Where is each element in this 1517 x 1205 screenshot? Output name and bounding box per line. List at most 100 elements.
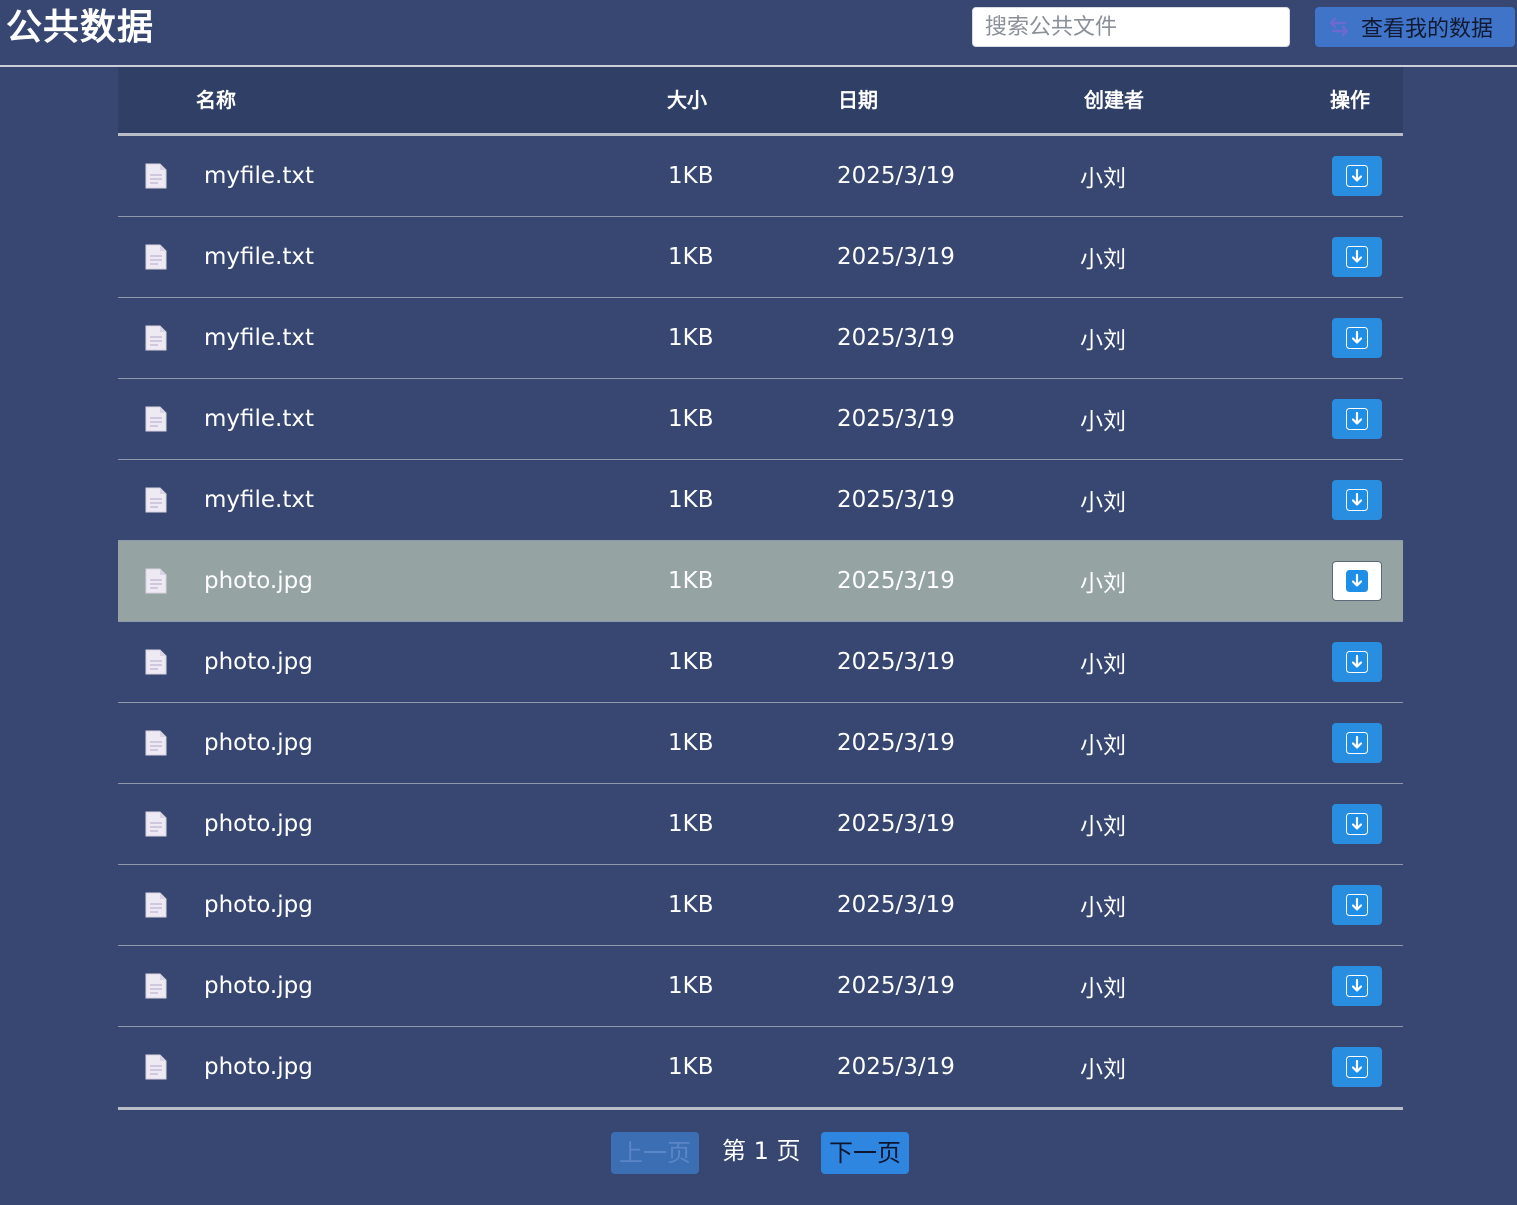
table-row[interactable]: myfile.txt 1KB 2025/3/19 小刘 (118, 298, 1403, 379)
file-name: photo.jpg (204, 649, 313, 675)
file-creator: 小刘 (1080, 247, 1126, 273)
download-button[interactable] (1332, 237, 1382, 277)
download-button[interactable] (1332, 318, 1382, 358)
file-name: photo.jpg (204, 568, 313, 594)
table-row[interactable]: myfile.txt 1KB 2025/3/19 小刘 (118, 379, 1403, 460)
column-header-name[interactable]: 名称 (196, 67, 236, 133)
file-date: 2025/3/19 (837, 973, 955, 999)
file-creator: 小刘 (1080, 166, 1126, 192)
view-my-data-label: 查看我的数据 (1361, 17, 1494, 42)
download-button[interactable] (1332, 642, 1382, 682)
file-size: 1KB (668, 730, 714, 756)
download-icon (1346, 489, 1368, 511)
download-icon (1346, 327, 1368, 349)
table-row[interactable]: photo.jpg 1KB 2025/3/19 小刘 (118, 622, 1403, 703)
download-button[interactable] (1332, 885, 1382, 925)
download-icon (1346, 165, 1368, 187)
download-icon (1346, 246, 1368, 268)
page-indicator: 第 1 页 (722, 1137, 801, 1165)
table-row[interactable]: myfile.txt 1KB 2025/3/19 小刘 (118, 217, 1403, 298)
swap-icon (1329, 17, 1349, 37)
public-files-table: 名称 大小 日期 创建者 操作 myfile.txt 1KB 2025/3/19 小刘… (118, 67, 1403, 1110)
file-icon (145, 406, 167, 432)
download-button[interactable] (1332, 966, 1382, 1006)
table-row[interactable]: photo.jpg 1KB 2025/3/19 小刘 (118, 1027, 1403, 1110)
download-icon (1346, 813, 1368, 835)
file-name: photo.jpg (204, 892, 313, 918)
file-icon (145, 325, 167, 351)
download-icon (1346, 651, 1368, 673)
file-creator: 小刘 (1080, 490, 1126, 516)
table-body: myfile.txt 1KB 2025/3/19 小刘 myfile.txt 1KB 202… (118, 136, 1403, 1110)
file-icon (145, 811, 167, 837)
file-icon (145, 487, 167, 513)
table-row[interactable]: myfile.txt 1KB 2025/3/19 小刘 (118, 136, 1403, 217)
download-icon (1346, 732, 1368, 754)
file-icon (145, 730, 167, 756)
file-date: 2025/3/19 (837, 892, 955, 918)
table-row[interactable]: photo.jpg 1KB 2025/3/19 小刘 (118, 865, 1403, 946)
download-button[interactable] (1332, 561, 1382, 601)
download-icon (1346, 570, 1368, 592)
file-size: 1KB (668, 892, 714, 918)
table-row[interactable]: photo.jpg 1KB 2025/3/19 小刘 (118, 784, 1403, 865)
column-header-date[interactable]: 日期 (838, 67, 878, 133)
file-date: 2025/3/19 (837, 325, 955, 351)
file-creator: 小刘 (1080, 733, 1126, 759)
file-date: 2025/3/19 (837, 487, 955, 513)
column-header-creator[interactable]: 创建者 (1084, 67, 1144, 133)
file-name: myfile.txt (204, 406, 315, 432)
file-date: 2025/3/19 (837, 406, 955, 432)
table-row[interactable]: photo.jpg 1KB 2025/3/19 小刘 (118, 946, 1403, 1027)
file-size: 1KB (668, 1054, 714, 1080)
file-creator: 小刘 (1080, 976, 1126, 1002)
file-creator: 小刘 (1080, 652, 1126, 678)
search-input[interactable] (972, 7, 1290, 47)
file-date: 2025/3/19 (837, 163, 955, 189)
file-icon (145, 163, 167, 189)
file-name: photo.jpg (204, 1054, 313, 1080)
file-date: 2025/3/19 (837, 244, 955, 270)
page-title: 公共数据 (6, 7, 155, 48)
download-icon (1346, 975, 1368, 997)
file-date: 2025/3/19 (837, 811, 955, 837)
file-name: myfile.txt (204, 163, 315, 189)
file-date: 2025/3/19 (837, 568, 955, 594)
file-icon (145, 568, 167, 594)
file-creator: 小刘 (1080, 895, 1126, 921)
table-row[interactable]: photo.jpg 1KB 2025/3/19 小刘 (118, 541, 1403, 622)
file-size: 1KB (668, 973, 714, 999)
file-name: myfile.txt (204, 325, 315, 351)
file-size: 1KB (668, 649, 714, 675)
file-creator: 小刘 (1080, 409, 1126, 435)
file-size: 1KB (668, 325, 714, 351)
file-icon (145, 1054, 167, 1080)
next-page-button[interactable]: 下一页 (821, 1132, 909, 1174)
file-name: photo.jpg (204, 811, 313, 837)
download-button[interactable] (1332, 156, 1382, 196)
file-date: 2025/3/19 (837, 1054, 955, 1080)
table-row[interactable]: myfile.txt 1KB 2025/3/19 小刘 (118, 460, 1403, 541)
file-name: photo.jpg (204, 730, 313, 756)
file-size: 1KB (668, 568, 714, 594)
file-creator: 小刘 (1080, 814, 1126, 840)
table-row[interactable]: photo.jpg 1KB 2025/3/19 小刘 (118, 703, 1403, 784)
download-button[interactable] (1332, 1047, 1382, 1087)
column-header-size[interactable]: 大小 (667, 67, 707, 133)
download-icon (1346, 894, 1368, 916)
download-button[interactable] (1332, 804, 1382, 844)
file-name: myfile.txt (204, 244, 315, 270)
prev-page-button[interactable]: 上一页 (611, 1132, 699, 1174)
file-size: 1KB (668, 163, 714, 189)
file-icon (145, 244, 167, 270)
file-size: 1KB (668, 406, 714, 432)
download-icon (1346, 1056, 1368, 1078)
view-my-data-button[interactable]: 查看我的数据 (1315, 7, 1515, 47)
file-icon (145, 973, 167, 999)
download-button[interactable] (1332, 723, 1382, 763)
download-button[interactable] (1332, 399, 1382, 439)
file-creator: 小刘 (1080, 571, 1126, 597)
download-button[interactable] (1332, 480, 1382, 520)
pagination: 上一页 第 1 页 下一页 (0, 1132, 1517, 1174)
file-size: 1KB (668, 244, 714, 270)
